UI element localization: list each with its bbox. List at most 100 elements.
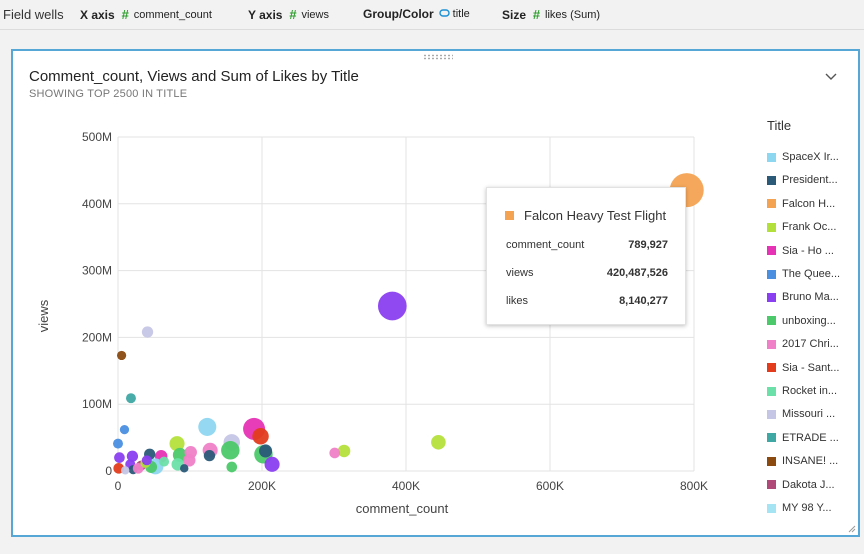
legend-item[interactable]: unboxing...: [767, 313, 851, 329]
scatter-visual[interactable]: Comment_count, Views and Sum of Likes by…: [11, 49, 860, 537]
y-axis-value[interactable]: views: [301, 9, 329, 21]
legend-swatch: [767, 363, 776, 373]
legend-swatch: [767, 175, 776, 185]
tooltip-title: Falcon Heavy Test Flight: [524, 208, 667, 223]
legend-swatch: [767, 292, 776, 302]
legend-title: Title: [767, 118, 792, 133]
data-point: [221, 441, 240, 460]
legend-label: INSANE! ...: [782, 455, 839, 468]
field-wells-title[interactable]: Field wells: [3, 7, 64, 22]
data-point: [264, 456, 280, 472]
x-tick-label: 800K: [680, 479, 708, 493]
legend-swatch: [767, 246, 776, 256]
legend-item[interactable]: ETRADE ...: [767, 430, 851, 446]
data-point: [226, 461, 238, 473]
legend-label: MY 98 Y...: [782, 502, 832, 514]
tooltip: Falcon Heavy Test Flight comment_count 7…: [486, 187, 686, 325]
legend-swatch: [767, 386, 776, 396]
size-value[interactable]: likes (Sum): [545, 9, 600, 21]
data-point: [114, 452, 125, 463]
legend-label: The Quee...: [782, 268, 841, 280]
measure-hash-icon: #: [121, 7, 129, 22]
legend-swatch: [767, 433, 776, 443]
legend-label: SpaceX Ir...: [782, 151, 839, 163]
tooltip-value: 420,487,526: [606, 267, 668, 279]
legend-swatch: [767, 503, 776, 513]
x-tick-label: 200K: [248, 479, 276, 493]
legend-label: President...: [782, 174, 838, 187]
legend-label: Frank Oc...: [782, 221, 837, 234]
group-color-well[interactable]: Group/Color title: [363, 7, 470, 21]
data-point: [431, 434, 446, 450]
legend-label: Rocket in...: [782, 385, 838, 397]
size-key: Size: [502, 7, 527, 22]
legend-item[interactable]: Sia - Ho ...: [767, 243, 851, 259]
tooltip-header: Falcon Heavy Test Flight: [505, 208, 666, 223]
legend-label: Sia - Ho ...: [782, 244, 834, 257]
data-point: [198, 417, 217, 436]
y-tick-label: 500M: [82, 130, 112, 144]
x-axis-key: X axis: [80, 7, 115, 22]
legend-swatch: [767, 199, 776, 209]
x-axis-value[interactable]: comment_count: [134, 9, 212, 21]
x-tick-label: 600K: [536, 479, 564, 493]
legend-label: Bruno Ma...: [782, 291, 839, 304]
tooltip-value: 8,140,277: [619, 295, 668, 307]
legend-label: unboxing...: [782, 314, 836, 327]
legend-item[interactable]: Missouri ...: [767, 406, 851, 422]
data-point: [252, 428, 269, 445]
data-point: [116, 350, 127, 361]
measure-hash-icon: #: [532, 7, 541, 22]
data-point: [377, 291, 407, 321]
legend-item[interactable]: Bruno Ma...: [767, 289, 851, 305]
legend-swatch: [767, 152, 776, 162]
legend-item[interactable]: The Quee...: [767, 266, 851, 282]
legend-item[interactable]: Falcon H...: [767, 196, 851, 212]
y-tick-label: 100M: [82, 397, 112, 411]
data-point: [113, 438, 123, 449]
data-point: [180, 464, 189, 473]
legend-item[interactable]: 2017 Chri...: [767, 336, 851, 352]
data-point: [119, 424, 130, 435]
group-color-value[interactable]: title: [453, 8, 470, 20]
tooltip-label: views: [506, 267, 534, 279]
y-tick-label: 0: [105, 464, 112, 478]
size-well[interactable]: Size # likes (Sum): [502, 7, 600, 22]
data-point: [159, 456, 170, 467]
legend-item[interactable]: INSANE! ...: [767, 453, 851, 469]
tooltip-row: comment_count 789,927: [506, 239, 668, 251]
y-axis-well[interactable]: Y axis # views: [248, 7, 329, 22]
legend-swatch: [767, 456, 776, 466]
data-point: [125, 393, 136, 404]
x-axis-label: comment_count: [356, 501, 449, 516]
legend-label: 2017 Chri...: [782, 338, 839, 351]
legend-item[interactable]: President...: [767, 172, 851, 188]
tooltip-label: likes: [506, 295, 529, 307]
tooltip-row: views 420,487,526: [506, 267, 668, 279]
legend-item[interactable]: MY 98 Y...: [767, 500, 851, 516]
data-point: [203, 449, 216, 462]
legend-item[interactable]: Rocket in...: [767, 383, 851, 399]
y-tick-label: 300M: [82, 264, 112, 278]
x-axis-well[interactable]: X axis # comment_count: [80, 7, 212, 22]
chevron-down-icon[interactable]: [823, 69, 839, 85]
legend-item[interactable]: Frank Oc...: [767, 219, 851, 235]
tooltip-value: 789,927: [628, 239, 668, 251]
resize-grip-icon[interactable]: [848, 525, 856, 533]
legend-swatch: [767, 269, 776, 279]
legend-item[interactable]: Sia - Sant...: [767, 360, 851, 376]
data-point: [329, 447, 341, 459]
legend-item[interactable]: SpaceX Ir...: [767, 149, 851, 165]
field-wells-bar: Field wells X axis # comment_count Y axi…: [0, 0, 864, 30]
y-axis-key: Y axis: [248, 7, 283, 22]
y-tick-label: 200M: [82, 330, 112, 344]
legend-swatch: [767, 409, 776, 419]
data-point: [141, 455, 152, 466]
legend-swatch: [767, 222, 776, 232]
legend-item[interactable]: Dakota J...: [767, 477, 851, 493]
y-tick-label: 400M: [82, 197, 112, 211]
measure-hash-icon: #: [289, 7, 297, 22]
legend-label: Falcon H...: [782, 197, 836, 210]
legend-label: Sia - Sant...: [782, 361, 840, 374]
group-color-key: Group/Color: [363, 7, 434, 21]
